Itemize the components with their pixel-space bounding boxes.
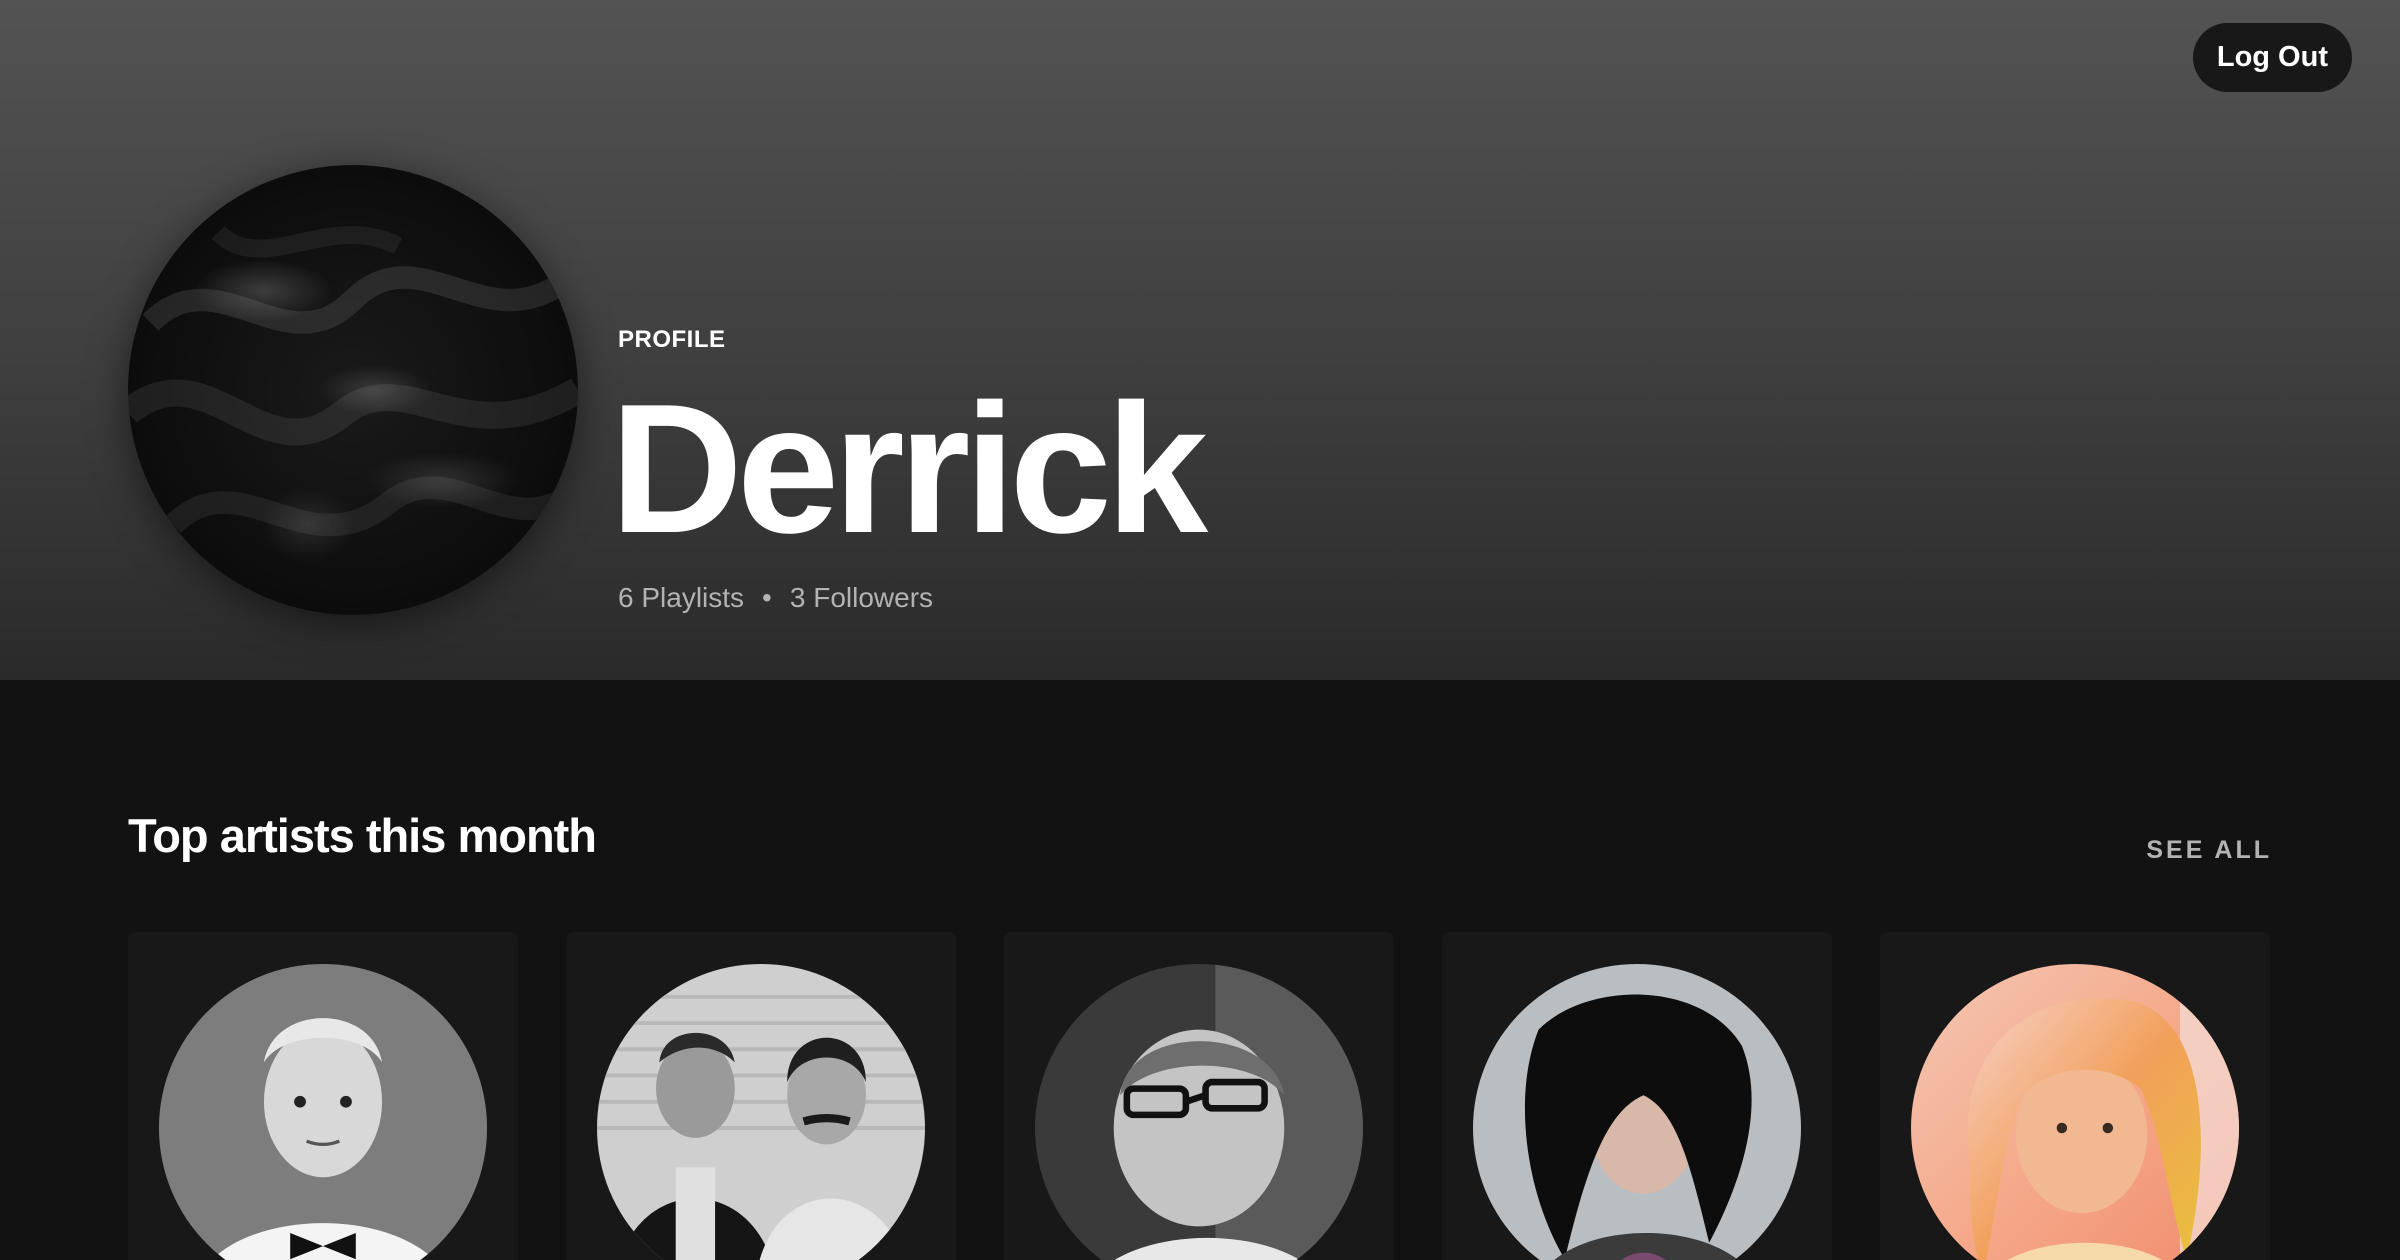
profile-avatar: [128, 165, 578, 615]
followers-count[interactable]: 3 Followers: [790, 582, 933, 614]
artist-card[interactable]: [128, 932, 518, 1260]
artist-card[interactable]: [1880, 932, 2270, 1260]
profile-name: Derrick: [610, 365, 1208, 571]
section-title: Top artists this month: [128, 809, 597, 862]
artist-image: [597, 964, 925, 1260]
profile-header: Log Out PROFILE Derrick 6 Playlists • 3 …: [0, 0, 2400, 680]
artist-image: [1473, 964, 1801, 1260]
artist-image: [1035, 964, 1363, 1260]
stats-separator: •: [762, 582, 772, 613]
playlists-count[interactable]: 6 Playlists: [618, 582, 744, 614]
artist-image: [1911, 964, 2239, 1260]
top-artists-list: [128, 932, 2272, 1260]
artist-card[interactable]: [566, 932, 956, 1260]
profile-type-label: PROFILE: [618, 326, 726, 353]
logout-button[interactable]: Log Out: [2192, 23, 2352, 92]
see-all-link[interactable]: SEE ALL: [2146, 836, 2272, 865]
profile-stats: 6 Playlists • 3 Followers: [618, 582, 933, 614]
artist-image: [159, 964, 487, 1260]
artist-card[interactable]: [1442, 932, 1832, 1260]
profile-page: Log Out PROFILE Derrick 6 Playlists • 3 …: [0, 0, 2400, 1260]
artist-card[interactable]: [1004, 932, 1394, 1260]
